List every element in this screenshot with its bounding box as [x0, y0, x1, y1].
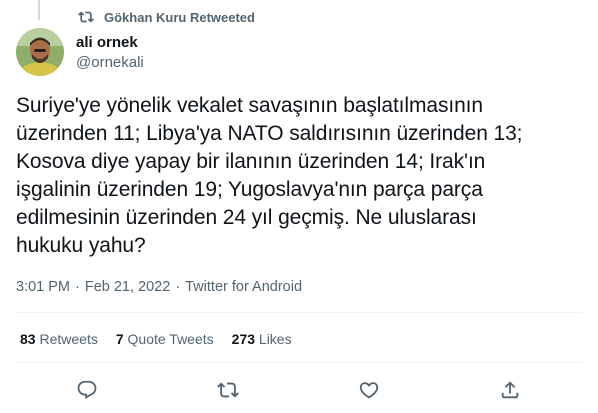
- thread-connector-line: [38, 0, 40, 20]
- tweet-time[interactable]: 3:01 PM: [16, 279, 70, 295]
- meta-separator: ·: [175, 279, 181, 295]
- likes-label: Likes: [258, 331, 292, 347]
- author-block: ali ornek @ornekali: [76, 33, 144, 73]
- retweet-icon: [78, 9, 94, 25]
- action-bar: [0, 372, 598, 408]
- tweet-date[interactable]: Feb 21, 2022: [85, 279, 170, 295]
- quote-tweets-stat[interactable]: 7 Quote Tweets: [116, 331, 214, 347]
- retweet-button[interactable]: [210, 372, 246, 408]
- likes-stat[interactable]: 273 Likes: [232, 331, 292, 347]
- tweet-meta: 3:01 PM · Feb 21, 2022 · Twitter for And…: [16, 279, 302, 295]
- engagement-stats: 83 Retweets 7 Quote Tweets 273 Likes: [20, 331, 292, 347]
- retweets-label: Retweets: [39, 331, 98, 347]
- retweets-stat[interactable]: 83 Retweets: [20, 331, 98, 347]
- share-button[interactable]: [492, 372, 528, 408]
- reply-button[interactable]: [69, 372, 105, 408]
- retweet-context: Gökhan Kuru Retweeted: [78, 8, 255, 26]
- retweets-count: 83: [20, 331, 36, 347]
- heart-icon: [359, 382, 379, 399]
- tweet-source[interactable]: Twitter for Android: [185, 279, 302, 295]
- reply-icon: [77, 380, 97, 399]
- retweet-icon: [217, 382, 239, 398]
- like-button[interactable]: [351, 372, 387, 408]
- share-icon: [501, 381, 519, 399]
- tweet-text: Suriye'ye yönelik vekalet savaşının başl…: [16, 94, 523, 257]
- divider: [16, 312, 582, 313]
- likes-count: 273: [231, 331, 256, 347]
- avatar[interactable]: [16, 28, 64, 76]
- divider: [16, 362, 582, 363]
- author-name[interactable]: ali ornek: [76, 33, 144, 53]
- author-handle[interactable]: @ornekali: [76, 53, 144, 73]
- retweet-context-text[interactable]: Gökhan Kuru Retweeted: [104, 10, 255, 25]
- meta-separator: ·: [75, 279, 80, 295]
- quote-tweets-count: 7: [115, 331, 124, 347]
- quote-tweets-label: Quote Tweets: [127, 331, 214, 347]
